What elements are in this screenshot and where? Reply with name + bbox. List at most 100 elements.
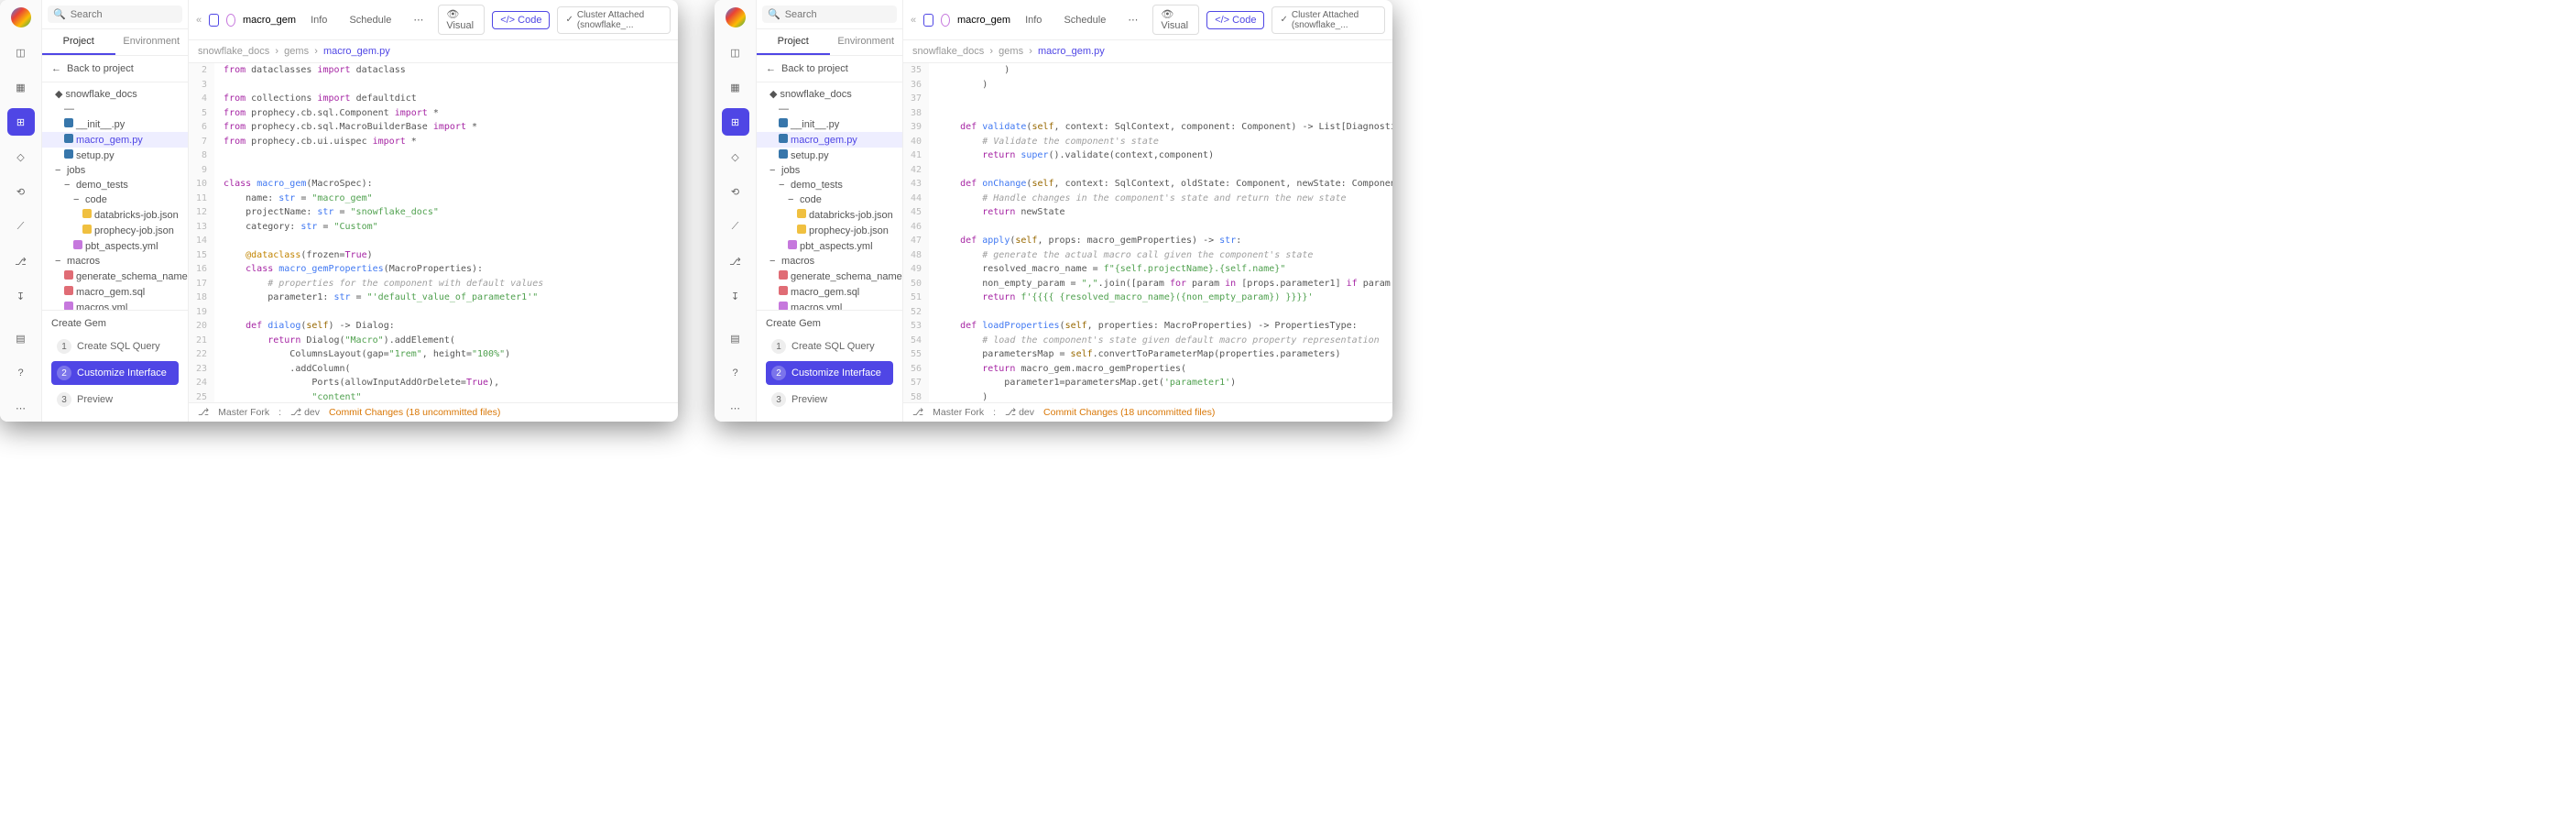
tree-item[interactable]: − jobs [42,163,188,178]
download-icon[interactable]: ↧ [7,282,35,310]
back-to-project[interactable]: ← Back to project [757,56,902,82]
tree-item[interactable]: − macros [42,254,188,269]
branches-icon[interactable]: ⎇ [722,247,749,275]
component-icon[interactable]: ▦ [722,73,749,101]
home-icon[interactable]: ◫ [7,38,35,66]
package-icon[interactable]: ⊞ [7,108,35,136]
schedule-button[interactable]: Schedule [1056,12,1113,28]
tree-item[interactable]: macros.yml [42,300,188,310]
more-icon[interactable]: ⋯ [1120,11,1145,28]
code-editor[interactable]: 2345678910111213141516171819202122232425… [189,63,678,402]
diamond-icon[interactable]: ◇ [722,143,749,170]
branches-icon[interactable]: ⎇ [7,247,35,275]
component-icon[interactable]: ▦ [7,73,35,101]
tree-item[interactable]: — [42,102,188,116]
tree-item[interactable]: generate_schema_name.sql [757,269,902,284]
tree-item[interactable]: setup.py [42,148,188,163]
tree-item[interactable]: − demo_tests [757,178,902,192]
topbar: « macro_gem Info Schedule ⋯ 👁 Visual </>… [189,0,678,40]
help-icon[interactable]: ? [722,359,749,387]
tree-root[interactable]: ◆ snowflake_docs [757,86,902,102]
tree-item[interactable]: macro_gem.py [42,132,188,148]
arrow-left-icon: ← [766,63,776,74]
activity-icon[interactable]: ⟋ [722,213,749,240]
cluster-chip[interactable]: ✓ Cluster Attached (snowflake_... [1272,6,1385,34]
schedule-button[interactable]: Schedule [342,12,398,28]
catalog-icon[interactable]: ▤ [722,324,749,352]
gem-step[interactable]: 1Create SQL Query [766,335,893,358]
menu-icon[interactable]: ⋯ [722,394,749,422]
create-gem-title: Create Gem [51,318,179,329]
tree-item[interactable]: − code [42,192,188,207]
branch-dev[interactable]: ⎇ dev [290,407,320,418]
gem-step[interactable]: 3Preview [766,388,893,412]
tree-item[interactable]: — [757,102,902,116]
home-icon[interactable]: ◫ [722,38,749,66]
code-button[interactable]: </> Code [492,11,550,29]
tree-item[interactable]: __init__.py [42,116,188,132]
iconbar: ◫ ▦ ⊞ ◇ ⟲ ⟋ ⎇ ↧ ▤ ? ⋯ [715,0,757,422]
commit-button[interactable]: Commit Changes (18 uncommitted files) [329,407,500,418]
info-button[interactable]: Info [303,12,334,28]
code-editor[interactable]: 3536373839404142434445464748495051525354… [903,63,1392,402]
gem-step[interactable]: 3Preview [51,388,179,412]
filename: macro_gem [243,15,296,26]
menu-icon[interactable]: ⋯ [7,394,35,422]
tree-item[interactable]: macro_gem.py [757,132,902,148]
tree-root[interactable]: ◆ snowflake_docs [42,86,188,102]
statusbar: ⎇ Master Fork : ⎇ dev Commit Changes (18… [189,402,678,422]
search-input[interactable]: 🔍 [48,5,182,23]
tree-item[interactable]: − jobs [757,163,902,178]
visual-button[interactable]: 👁 Visual [1152,5,1199,35]
more-icon[interactable]: ⋯ [406,11,431,28]
tab-project[interactable]: Project [757,29,830,55]
tab-environment[interactable]: Environment [115,29,189,55]
tree-item[interactable]: − macros [757,254,902,269]
gem-step[interactable]: 2Customize Interface [51,361,179,385]
code-button[interactable]: </> Code [1206,11,1264,29]
commit-button[interactable]: Commit Changes (18 uncommitted files) [1043,407,1215,418]
tree-item[interactable]: prophecy-job.json [757,223,902,238]
tree-item[interactable]: − code [757,192,902,207]
history-icon[interactable]: ⟲ [722,178,749,205]
info-button[interactable]: Info [1018,12,1049,28]
tree-item[interactable]: − demo_tests [42,178,188,192]
help-icon[interactable]: ? [7,359,35,387]
tab-environment[interactable]: Environment [830,29,903,55]
arrow-left-icon: ← [51,63,61,74]
tree-item[interactable]: macros.yml [757,300,902,310]
branch-main[interactable]: Master Fork [933,407,984,418]
tree-item[interactable]: setup.py [757,148,902,163]
circle-icon [941,14,950,27]
collapse-icon[interactable]: « [196,15,202,26]
tree-item[interactable]: pbt_aspects.yml [42,238,188,254]
tree-item[interactable]: macro_gem.sql [757,284,902,300]
branch-dev[interactable]: ⎇ dev [1005,407,1034,418]
tree-item[interactable]: prophecy-job.json [42,223,188,238]
cluster-chip[interactable]: ✓ Cluster Attached (snowflake_... [557,6,671,34]
gem-step[interactable]: 1Create SQL Query [51,335,179,358]
breadcrumb: snowflake_docs › gems › macro_gem.py [903,40,1392,63]
catalog-icon[interactable]: ▤ [7,324,35,352]
logo-icon [726,7,746,27]
collapse-icon[interactable]: « [911,15,916,26]
activity-icon[interactable]: ⟋ [7,213,35,240]
search-input[interactable]: 🔍 [762,5,897,23]
circle-icon [226,14,235,27]
app-left: ◫ ▦ ⊞ ◇ ⟲ ⟋ ⎇ ↧ ▤ ? ⋯ 🔍 Project Environm… [0,0,678,422]
visual-button[interactable]: 👁 Visual [438,5,485,35]
back-to-project[interactable]: ← Back to project [42,56,188,82]
tab-project[interactable]: Project [42,29,115,55]
tree-item[interactable]: databricks-job.json [757,207,902,223]
tree-item[interactable]: databricks-job.json [42,207,188,223]
history-icon[interactable]: ⟲ [7,178,35,205]
download-icon[interactable]: ↧ [722,282,749,310]
gem-step[interactable]: 2Customize Interface [766,361,893,385]
package-icon[interactable]: ⊞ [722,108,749,136]
branch-main[interactable]: Master Fork [218,407,269,418]
tree-item[interactable]: generate_schema_name.sql [42,269,188,284]
tree-item[interactable]: __init__.py [757,116,902,132]
diamond-icon[interactable]: ◇ [7,143,35,170]
tree-item[interactable]: macro_gem.sql [42,284,188,300]
tree-item[interactable]: pbt_aspects.yml [757,238,902,254]
